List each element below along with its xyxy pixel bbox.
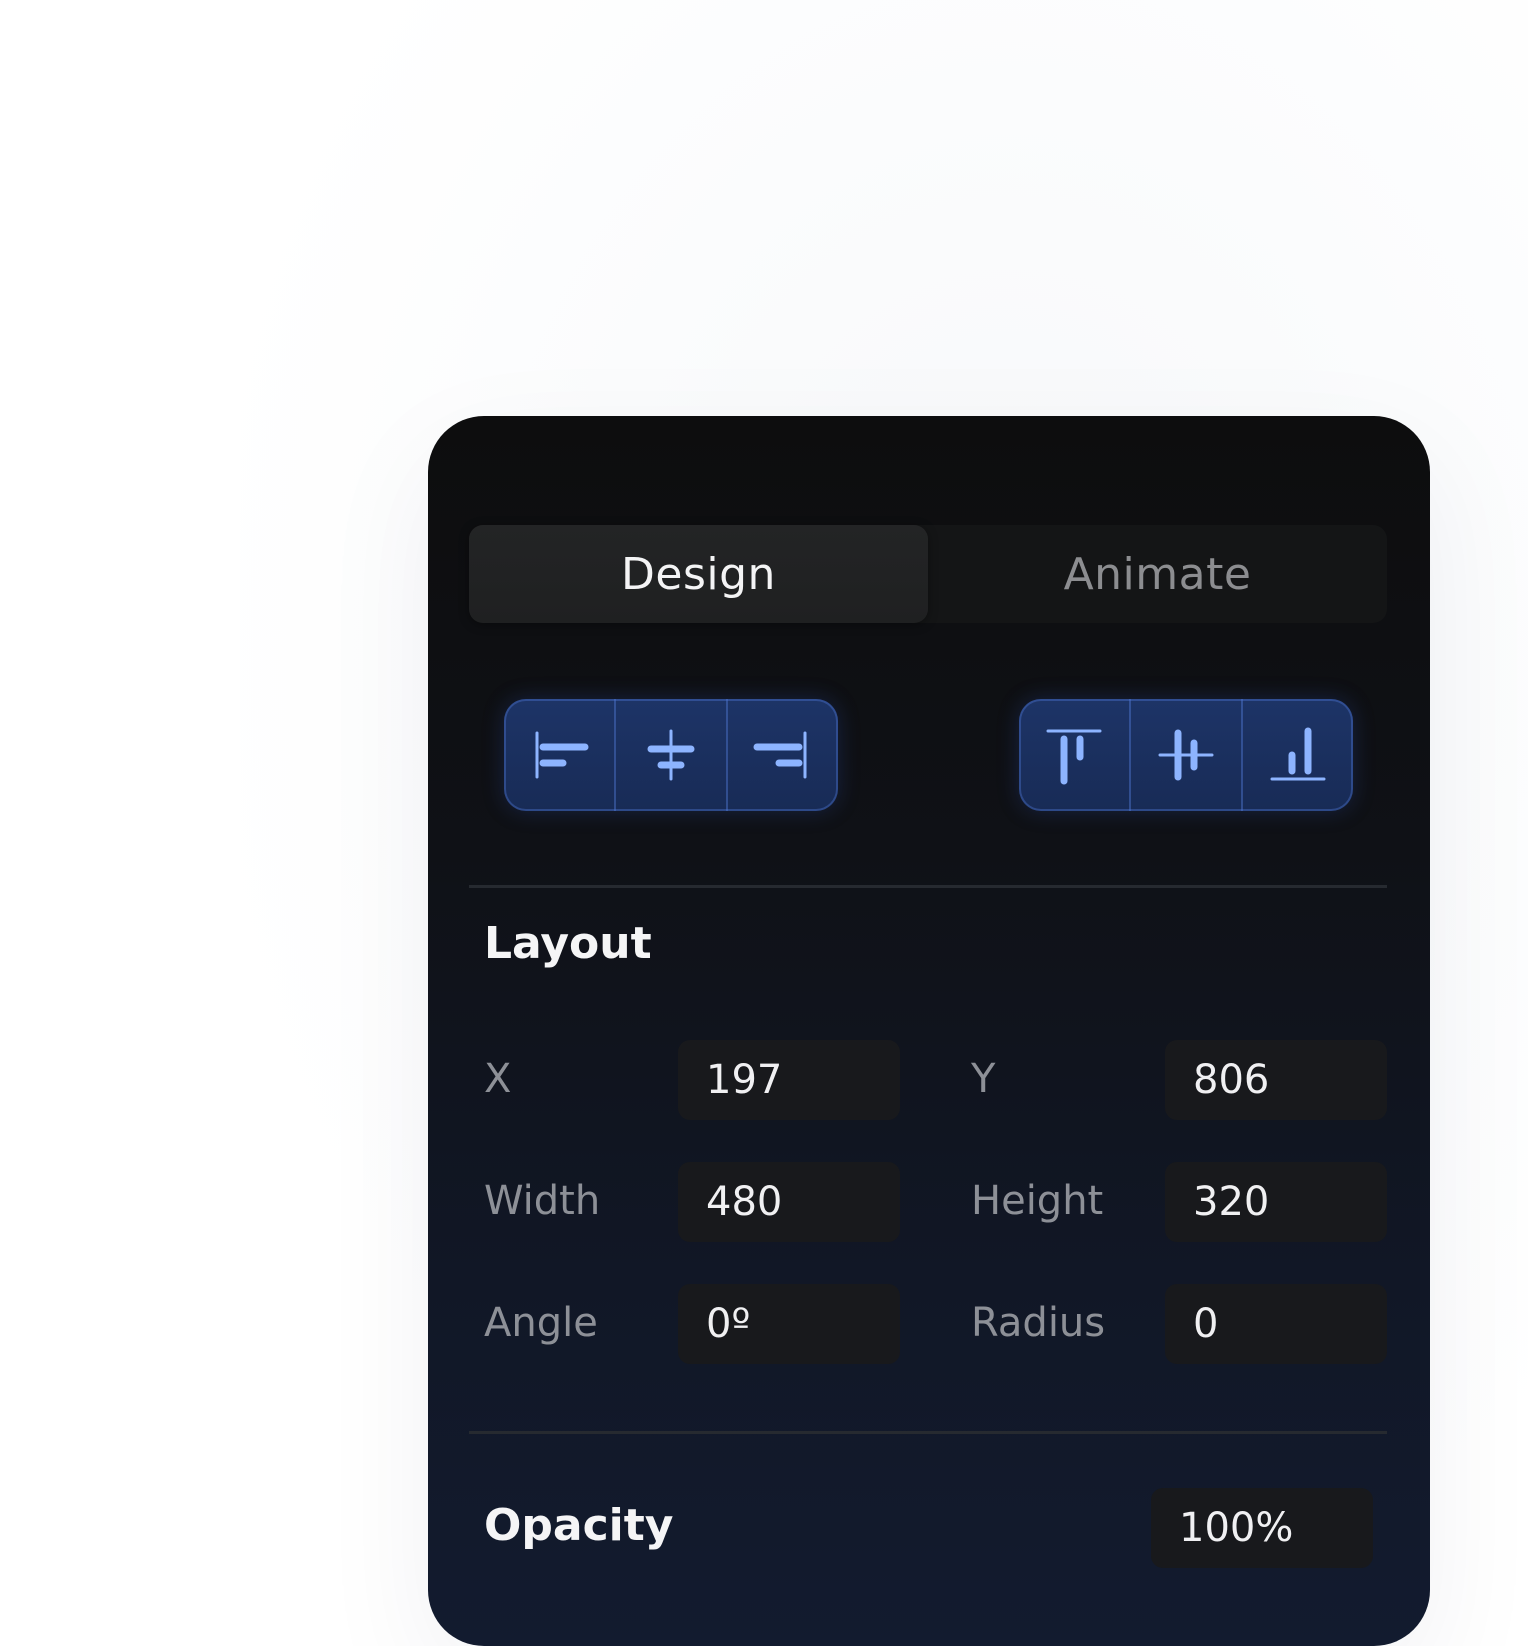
x-label: X — [484, 1056, 512, 1102]
vertical-alignment-group — [1019, 699, 1353, 811]
x-input[interactable]: 197 — [678, 1040, 900, 1120]
align-bottom-button[interactable] — [1241, 699, 1353, 811]
opacity-title: Opacity — [484, 1500, 674, 1551]
align-bottom-icon — [1270, 727, 1326, 781]
width-label: Width — [484, 1178, 601, 1224]
section-divider — [469, 1431, 1387, 1434]
align-vertical-center-button[interactable] — [1129, 699, 1241, 811]
tab-design[interactable]: Design — [469, 525, 928, 623]
design-panel: Design Animate Layout X 197 Y 806 Width … — [428, 416, 1430, 1646]
align-right-button[interactable] — [726, 699, 838, 811]
align-right-icon — [753, 731, 807, 779]
section-divider — [469, 885, 1387, 888]
y-label: Y — [971, 1056, 996, 1102]
width-input[interactable]: 480 — [678, 1162, 900, 1242]
y-input[interactable]: 806 — [1165, 1040, 1387, 1120]
height-input[interactable]: 320 — [1165, 1162, 1387, 1242]
height-label: Height — [971, 1178, 1104, 1224]
angle-input[interactable]: 0º — [678, 1284, 900, 1364]
layout-title: Layout — [484, 918, 652, 969]
align-top-button[interactable] — [1019, 699, 1129, 811]
angle-label: Angle — [484, 1300, 598, 1346]
radius-input[interactable]: 0 — [1165, 1284, 1387, 1364]
align-horizontal-center-button[interactable] — [614, 699, 726, 811]
horizontal-alignment-group — [504, 699, 838, 811]
align-vertical-center-icon — [1158, 729, 1214, 781]
align-left-button[interactable] — [504, 699, 614, 811]
tab-animate[interactable]: Animate — [928, 525, 1387, 623]
align-left-icon — [535, 731, 589, 779]
mode-tabs: Design Animate — [469, 525, 1387, 623]
radius-label: Radius — [971, 1300, 1106, 1346]
align-horizontal-center-icon — [647, 729, 695, 781]
align-top-icon — [1046, 729, 1102, 785]
opacity-input[interactable]: 100% — [1151, 1488, 1373, 1568]
